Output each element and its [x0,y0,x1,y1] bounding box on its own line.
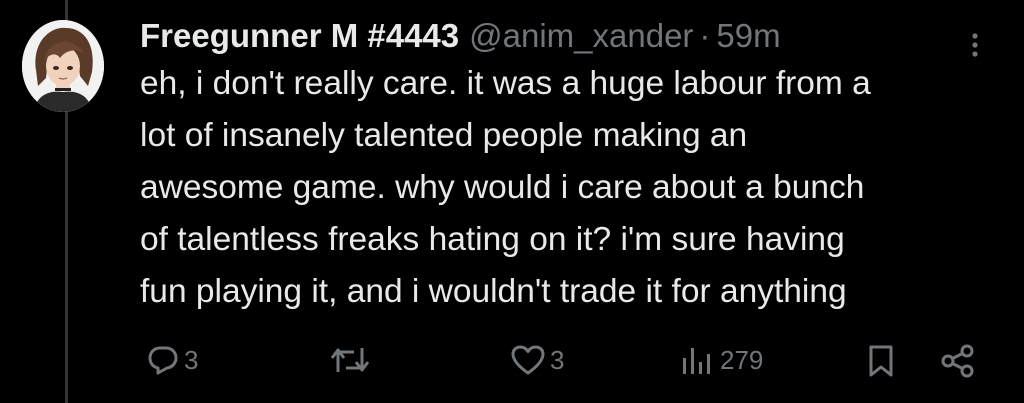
tweet-text-line: fun playing it, and i wouldn't trade it … [140,273,847,310]
action-bar: 3 3 279 [0,330,1024,390]
avatar[interactable] [22,20,104,112]
avatar-image [22,20,104,112]
bookmark-button[interactable] [866,344,896,378]
timestamp[interactable]: 59m [716,14,780,58]
tweet[interactable]: Freegunner M #4443 @anim_xander · 59m eh… [140,14,1000,318]
reply-icon [148,346,178,375]
user-handle[interactable]: @anim_xander [469,14,693,58]
separator-dot: · [699,17,711,54]
tweet-text-line: eh, i don't really care. it was a huge l… [140,65,871,102]
reply-button[interactable]: 3 [146,344,198,376]
tweet-text-line: lot of insanely talented people making a… [140,117,748,154]
bookmark-icon [869,345,893,377]
share-button[interactable] [940,344,976,378]
view-count: 279 [720,344,764,375]
retweet-button[interactable] [330,344,370,376]
like-icon [511,345,545,375]
tweet-text: eh, i don't really care. it was a huge l… [140,58,1000,318]
share-icon [941,344,974,378]
reply-count: 3 [184,344,199,375]
like-button[interactable]: 3 [510,344,564,376]
views-button[interactable]: 279 [680,344,763,376]
more-icon[interactable] [960,24,990,64]
tweet-header: Freegunner M #4443 @anim_xander · 59m [140,14,1000,58]
like-count: 3 [550,344,565,375]
retweet-icon [330,348,370,372]
tweet-text-line: of talentless freaks hating on it? i'm s… [140,221,845,258]
display-name[interactable]: Freegunner M #4443 [140,14,459,58]
views-icon [683,348,710,374]
tweet-text-line: awesome game. why would i care about a b… [140,169,865,206]
